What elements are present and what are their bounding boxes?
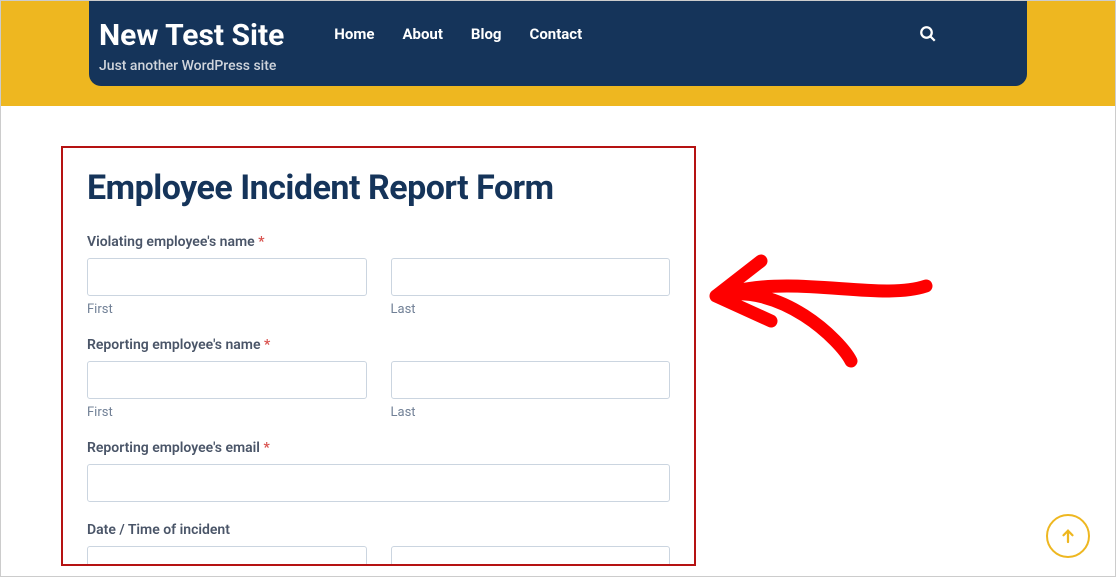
sublabel-last: Last bbox=[391, 405, 671, 420]
nav-links: Home About Blog Contact bbox=[334, 25, 582, 43]
required-marker: * bbox=[264, 337, 270, 353]
required-marker: * bbox=[263, 440, 269, 456]
site-brand[interactable]: New Test Site Just another WordPress sit… bbox=[99, 19, 284, 74]
datetime-label: Date / Time of incident bbox=[87, 522, 670, 538]
nav-blog[interactable]: Blog bbox=[471, 25, 502, 43]
sublabel-last: Last bbox=[391, 302, 671, 317]
violating-last-input[interactable] bbox=[391, 258, 671, 296]
sublabel-first: First bbox=[87, 405, 367, 420]
reporting-first-input[interactable] bbox=[87, 361, 367, 399]
label-text: Reporting employee's name bbox=[87, 337, 261, 353]
reporting-email-input[interactable] bbox=[87, 464, 670, 502]
incident-time-input[interactable] bbox=[391, 546, 671, 566]
sublabel-first: First bbox=[87, 302, 367, 317]
label-text: Reporting employee's email bbox=[87, 440, 260, 456]
nav-contact[interactable]: Contact bbox=[530, 25, 583, 43]
scroll-to-top-button[interactable] bbox=[1046, 514, 1090, 558]
site-title: New Test Site bbox=[99, 19, 284, 52]
label-text: Violating employee's name bbox=[87, 234, 255, 250]
content-area: Employee Incident Report Form Violating … bbox=[1, 106, 1115, 566]
header-accent-bar: New Test Site Just another WordPress sit… bbox=[1, 1, 1115, 106]
reporting-email-label: Reporting employee's email * bbox=[87, 440, 670, 456]
arrow-up-icon bbox=[1059, 527, 1077, 545]
incident-form: Employee Incident Report Form Violating … bbox=[61, 146, 696, 566]
nav-home[interactable]: Home bbox=[334, 25, 374, 43]
datetime-group: Date / Time of incident bbox=[87, 522, 670, 566]
search-icon bbox=[919, 25, 937, 43]
incident-date-input[interactable] bbox=[87, 546, 367, 566]
site-tagline: Just another WordPress site bbox=[99, 58, 284, 74]
annotation-arrow-icon bbox=[701, 231, 941, 391]
nav-about[interactable]: About bbox=[402, 25, 442, 43]
required-marker: * bbox=[258, 234, 264, 250]
reporting-name-label: Reporting employee's name * bbox=[87, 337, 670, 353]
navbar: New Test Site Just another WordPress sit… bbox=[89, 1, 1027, 86]
reporting-last-input[interactable] bbox=[391, 361, 671, 399]
reporting-email-group: Reporting employee's email * bbox=[87, 440, 670, 502]
reporting-name-group: Reporting employee's name * First Last bbox=[87, 337, 670, 420]
violating-name-group: Violating employee's name * First Last bbox=[87, 234, 670, 317]
violating-name-label: Violating employee's name * bbox=[87, 234, 670, 250]
search-toggle[interactable] bbox=[919, 25, 937, 47]
form-title: Employee Incident Report Form bbox=[87, 168, 670, 208]
violating-first-input[interactable] bbox=[87, 258, 367, 296]
